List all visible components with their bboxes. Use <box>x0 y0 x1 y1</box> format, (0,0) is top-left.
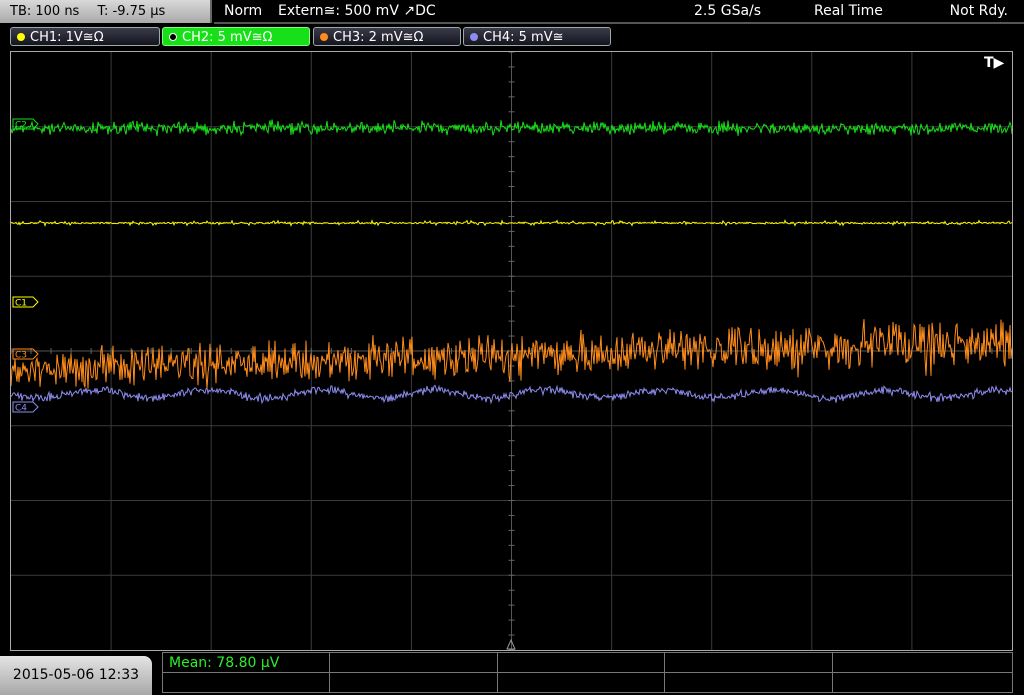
ch4-marker[interactable]: C4 <box>12 401 39 414</box>
measurement-panel: Mean: 78.80 µV <box>162 652 1013 695</box>
ch4-color-dot <box>470 33 478 41</box>
trigger-source[interactable]: Extern≅: 500 mV ↗DC <box>278 0 436 23</box>
trigger-position-marker[interactable]: T▶ <box>984 55 1005 71</box>
measurement-slot[interactable] <box>664 652 833 673</box>
channel-bar: CH1: 1V≅Ω CH2: 5 mV≅Ω CH3: 2 mV≅Ω CH4: 5… <box>0 26 1024 48</box>
ch3-color-dot <box>320 33 328 41</box>
datetime-display: 2015-05-06 12:33 <box>0 656 152 695</box>
waveform-display[interactable]: C2 C1 C3 C4 T▶ <box>10 51 1013 651</box>
top-status-bar: TB: 100 ns T: -9.75 µs Norm Extern≅: 500… <box>0 0 1024 24</box>
ch1-marker-label: C1 <box>15 299 27 309</box>
ch3-marker-label: C3 <box>15 351 27 361</box>
tab-ch2[interactable]: CH2: 5 mV≅Ω <box>162 27 310 46</box>
ch3-label: CH3: 2 mV≅Ω <box>333 30 424 45</box>
acquisition-mode[interactable]: Real Time <box>814 0 883 23</box>
ch2-marker-label: C2 <box>15 121 27 131</box>
trigger-status: Not Rdy. <box>949 3 1008 19</box>
measurement-slot[interactable] <box>162 672 330 693</box>
measurement-slot[interactable] <box>497 652 665 673</box>
measurement-mean[interactable]: Mean: 78.80 µV <box>162 652 330 673</box>
measurement-slot[interactable] <box>664 672 833 693</box>
measurement-slot[interactable] <box>497 672 665 693</box>
timebase-value: TB: 100 ns <box>10 4 80 19</box>
ch2-label: CH2: 5 mV≅Ω <box>182 30 273 45</box>
topbar-divider <box>214 22 1024 24</box>
timebase-box[interactable]: TB: 100 ns T: -9.75 µs <box>0 0 212 23</box>
tab-ch3[interactable]: CH3: 2 mV≅Ω <box>313 27 461 46</box>
scope-canvas: C2 C1 C3 C4 T▶ <box>11 52 1012 650</box>
trigger-time-value: T: -9.75 µs <box>97 4 166 19</box>
trigger-mode[interactable]: Norm <box>224 0 262 23</box>
sample-rate: 2.5 GSa/s <box>694 3 762 19</box>
measurement-slot[interactable] <box>832 652 1013 673</box>
ch4-marker-label: C4 <box>15 404 27 414</box>
ch1-label: CH1: 1V≅Ω <box>30 30 104 45</box>
measurement-slot[interactable] <box>329 672 498 693</box>
tab-ch4[interactable]: CH4: 5 mV≅ <box>463 27 611 46</box>
ch1-color-dot <box>17 33 25 41</box>
tab-ch1[interactable]: CH1: 1V≅Ω <box>10 27 160 46</box>
ch4-label: CH4: 5 mV≅ <box>483 30 564 45</box>
measurement-slot[interactable] <box>329 652 498 673</box>
ch2-color-dot <box>169 33 177 41</box>
ch1-marker[interactable]: C1 <box>12 296 39 309</box>
measurement-slot[interactable] <box>832 672 1013 693</box>
measurement-table: Mean: 78.80 µV <box>162 652 1013 693</box>
ch3-marker[interactable]: C3 <box>12 348 39 361</box>
